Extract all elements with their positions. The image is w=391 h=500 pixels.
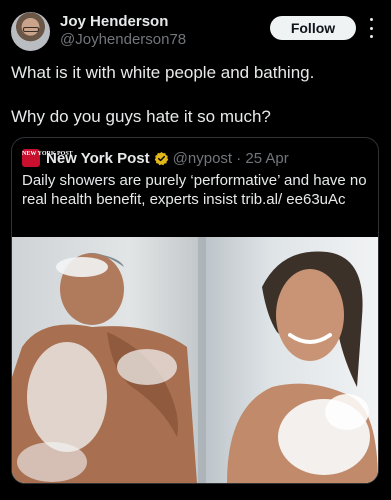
follow-button[interactable]: Follow [270, 16, 356, 40]
verified-badge-icon [154, 151, 168, 165]
tweet-line-1: What is it with white people and bathing… [11, 63, 315, 82]
shower-scene-illustration [12, 237, 378, 483]
quoted-tweet-image[interactable] [12, 237, 378, 483]
nypost-logo: NEW YORK POST [22, 149, 73, 167]
avatar[interactable] [11, 12, 50, 51]
quoted-tweet[interactable]: NEW YORK POST New York Post @nypost · 25… [11, 137, 379, 484]
more-options-icon[interactable] [368, 18, 374, 38]
quoted-tweet-header: NEW YORK POST New York Post @nypost · 25… [22, 148, 289, 168]
quoted-handle-date[interactable]: @nypost · 25 Apr [173, 150, 289, 167]
tweet-header: Joy Henderson @Joyhenderson78 Follow [0, 0, 391, 58]
quoted-author-name[interactable]: New York Post [46, 150, 150, 167]
tweet-text: What is it with white people and bathing… [11, 62, 381, 128]
tweet-line-2: Why do you guys hate it so much? [11, 107, 271, 126]
quoted-tweet-text: Daily showers are purely ‘performative’ … [22, 172, 367, 208]
author-handle[interactable]: @Joyhenderson78 [60, 31, 186, 48]
author-display-name[interactable]: Joy Henderson [60, 13, 168, 30]
